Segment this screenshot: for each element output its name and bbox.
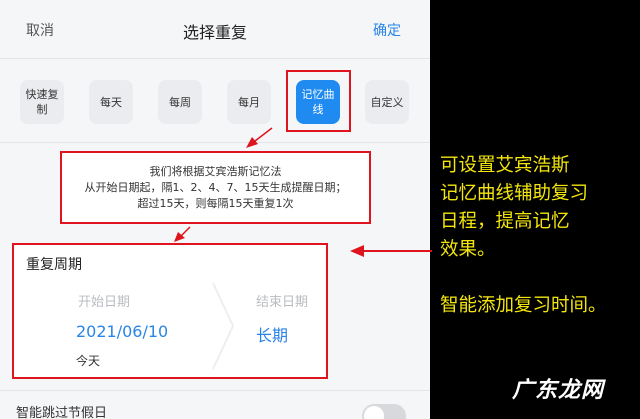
option-daily[interactable]: 每天 bbox=[89, 80, 133, 124]
confirm-button[interactable]: 确定 bbox=[373, 20, 401, 40]
annotation-line: 智能添加复习时间。 bbox=[440, 295, 607, 316]
description-line: 超过15天，则每隔15天重复1次 bbox=[137, 196, 294, 210]
start-date-label: 开始日期 bbox=[78, 295, 131, 310]
skip-holidays-toggle[interactable] bbox=[362, 404, 406, 419]
annotation-line: 可设置艾宾浩斯 bbox=[440, 155, 570, 176]
divider bbox=[0, 390, 430, 391]
header-bar: 取消 选择重复 确定 bbox=[0, 0, 430, 56]
start-date-value[interactable]: 2021/06/10 bbox=[76, 322, 168, 341]
highlight-frame bbox=[286, 70, 351, 132]
end-date-value[interactable]: 长期 bbox=[256, 322, 288, 346]
option-monthly[interactable]: 每月 bbox=[227, 80, 271, 124]
skip-holidays-label: 智能跳过节假日 bbox=[16, 406, 108, 419]
description-line: 我们将根据艾宾浩斯记忆法 bbox=[149, 164, 282, 178]
watermark: 广东龙网 bbox=[512, 378, 605, 403]
start-date-today: 今天 bbox=[76, 354, 101, 368]
chevron-right-icon bbox=[212, 282, 235, 370]
annotation-text: 可设置艾宾浩斯 记忆曲线辅助复习 日程，提高记忆 效果。 智能添加复习时间。 bbox=[440, 152, 630, 320]
description-line: 从开始日期起，隔1、2、4、7、15天生成提醒日期； bbox=[84, 180, 347, 194]
repeat-period-card: 重复周期 开始日期 结束日期 2021/06/10 长期 今天 bbox=[12, 243, 328, 379]
option-custom[interactable]: 自定义 bbox=[365, 80, 409, 124]
card-title: 重复周期 bbox=[26, 257, 82, 273]
option-weekly[interactable]: 每周 bbox=[158, 80, 202, 124]
divider bbox=[0, 142, 430, 143]
page-title: 选择重复 bbox=[182, 23, 247, 42]
option-quick-copy[interactable]: 快速复制 bbox=[20, 80, 64, 124]
annotation-line: 效果。 bbox=[440, 239, 496, 260]
memory-curve-description: 我们将根据艾宾浩斯记忆法 从开始日期起，隔1、2、4、7、15天生成提醒日期； … bbox=[60, 151, 371, 224]
annotation-line: 日程，提高记忆 bbox=[440, 211, 570, 232]
annotation-line: 记忆曲线辅助复习 bbox=[440, 183, 589, 204]
divider bbox=[0, 58, 430, 59]
repeat-settings-screen: 取消 选择重复 确定 快速复制 每天 每周 每月 记忆曲线 自定义 我们将根据艾… bbox=[0, 0, 430, 419]
end-date-label: 结束日期 bbox=[256, 295, 309, 310]
